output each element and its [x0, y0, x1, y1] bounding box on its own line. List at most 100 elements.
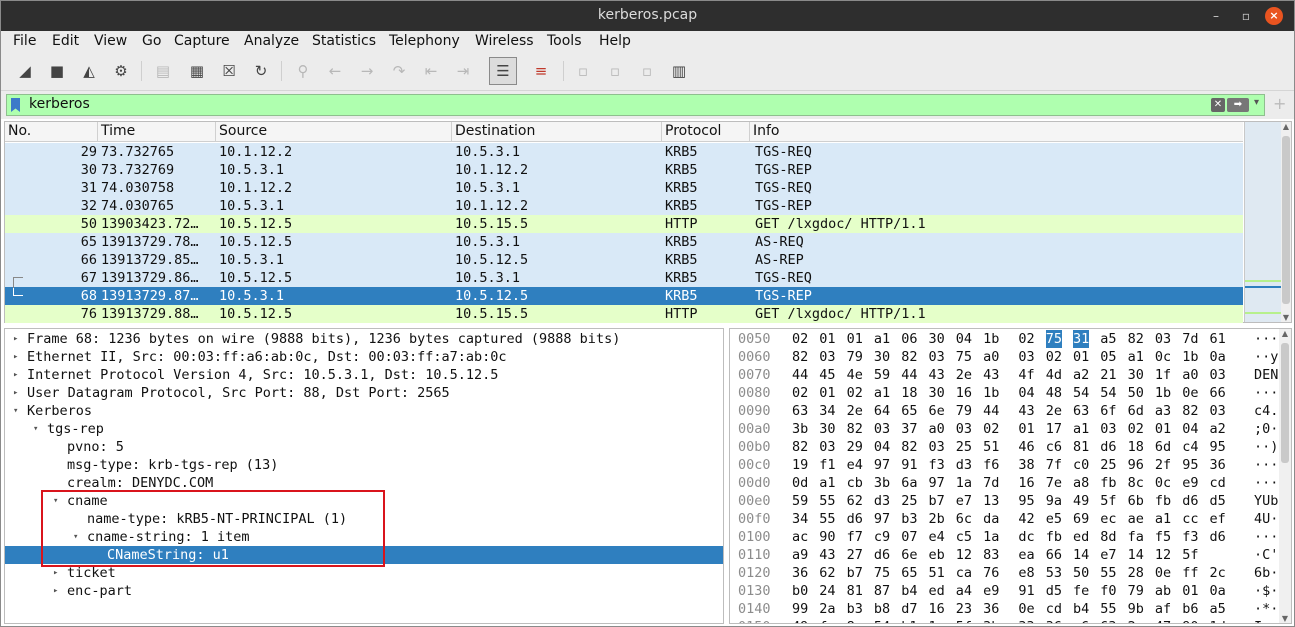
- hex-byte[interactable]: c9: [874, 528, 890, 546]
- hex-byte[interactable]: 66: [1046, 546, 1062, 564]
- byte-row[interactable]: 0150 49 fa 8c 54 b1 1a 5f 3b 33 36 a6 63 2c 47 90 1d I··: [730, 618, 1291, 623]
- hex-byte[interactable]: e4: [847, 456, 863, 474]
- hex-byte[interactable]: 45: [819, 366, 835, 384]
- hex-byte[interactable]: 34: [792, 510, 808, 528]
- hex-byte[interactable]: 3b: [792, 420, 808, 438]
- hex-byte[interactable]: 03: [1155, 330, 1171, 348]
- packet-row[interactable]: 32 74.030765 10.5.3.1 10.1.12.2 KRB5 TGS-REP: [5, 197, 1243, 215]
- hex-byte[interactable]: 33: [1018, 618, 1034, 623]
- hex-byte[interactable]: 42: [1018, 510, 1034, 528]
- hex-byte[interactable]: 18: [901, 384, 917, 402]
- hex-byte[interactable]: 63: [1100, 618, 1116, 623]
- detail-row[interactable]: ▸ enc-part: [5, 582, 723, 600]
- shark-fin-start-icon[interactable]: ◢: [13, 59, 37, 83]
- hex-byte[interactable]: a1: [819, 474, 835, 492]
- ascii-text[interactable]: ·*·: [1254, 600, 1278, 618]
- scroll-down-icon[interactable]: ▼: [1279, 614, 1291, 623]
- hex-byte[interactable]: 53: [1046, 564, 1062, 582]
- hex-byte[interactable]: 0c: [1155, 474, 1171, 492]
- hex-byte[interactable]: d6: [1100, 438, 1116, 456]
- collapsed-chevron-icon[interactable]: ▸: [13, 348, 18, 366]
- byte-row[interactable]: 00f0 34 55 d6 97 b3 2b 6c da 42 e5 69 ec ae a1 cc ef 4U·: [730, 510, 1291, 528]
- hex-byte[interactable]: 1a: [929, 618, 945, 623]
- hex-byte[interactable]: 90: [1182, 618, 1198, 623]
- menu-tools[interactable]: Tools: [547, 33, 582, 49]
- hex-byte[interactable]: 49: [792, 618, 808, 623]
- hex-byte[interactable]: 21: [1100, 366, 1116, 384]
- hex-byte[interactable]: 14: [1128, 546, 1144, 564]
- hex-byte[interactable]: 01: [819, 384, 835, 402]
- hex-byte[interactable]: 66: [1210, 384, 1226, 402]
- byte-row[interactable]: 0090 63 34 2e 64 65 6e 79 44 43 2e 63 6f 6d a3 82 03 c4.: [730, 402, 1291, 420]
- detail-row[interactable]: ▸ ticket: [5, 564, 723, 582]
- packet-row[interactable]: 31 74.030758 10.1.12.2 10.5.3.1 KRB5 TGS-REQ: [5, 179, 1243, 197]
- hex-byte[interactable]: 9a: [1046, 492, 1062, 510]
- add-filter-button-icon[interactable]: +: [1273, 94, 1286, 113]
- hex-byte[interactable]: 82: [901, 438, 917, 456]
- hex-byte[interactable]: b1: [901, 618, 917, 623]
- hex-byte[interactable]: 17: [1046, 420, 1062, 438]
- ascii-text[interactable]: ···: [1254, 384, 1278, 402]
- hex-byte[interactable]: 47: [1155, 618, 1171, 623]
- reload-file-icon[interactable]: ↻: [249, 59, 273, 83]
- hex-byte[interactable]: f1: [819, 456, 835, 474]
- ascii-text[interactable]: I··: [1254, 618, 1278, 623]
- stop-capture-icon[interactable]: ■: [45, 59, 69, 83]
- column-header-destination[interactable]: Destination: [455, 123, 535, 139]
- hex-byte[interactable]: 27: [847, 546, 863, 564]
- hex-byte[interactable]: 2e: [956, 366, 972, 384]
- hex-byte[interactable]: ff: [1182, 564, 1198, 582]
- hex-byte[interactable]: d5: [1046, 582, 1062, 600]
- hex-byte[interactable]: da: [983, 510, 999, 528]
- hex-byte[interactable]: fb: [1100, 474, 1116, 492]
- hex-byte[interactable]: 02: [847, 384, 863, 402]
- hex-byte[interactable]: fb: [1155, 492, 1171, 510]
- hex-byte[interactable]: 96: [1128, 456, 1144, 474]
- hex-byte[interactable]: eb: [929, 546, 945, 564]
- hex-byte[interactable]: 16: [1018, 474, 1034, 492]
- hex-byte[interactable]: 28: [1128, 564, 1144, 582]
- packet-list-scrollbar[interactable]: ▲ ▼: [1281, 122, 1291, 322]
- hex-byte[interactable]: 79: [956, 402, 972, 420]
- hex-byte[interactable]: 01: [847, 330, 863, 348]
- hex-byte[interactable]: b4: [901, 582, 917, 600]
- hex-byte[interactable]: 2c: [1128, 618, 1144, 623]
- last-packet-icon[interactable]: ⇥: [451, 59, 475, 83]
- hex-byte[interactable]: 1b: [1182, 348, 1198, 366]
- column-header-source[interactable]: Source: [219, 123, 267, 139]
- hex-byte[interactable]: 03: [929, 438, 945, 456]
- zoom-in-icon[interactable]: ▫: [571, 59, 595, 83]
- hex-byte[interactable]: 62: [847, 492, 863, 510]
- hex-byte[interactable]: 25: [956, 438, 972, 456]
- hex-byte[interactable]: 6a: [901, 474, 917, 492]
- collapsed-chevron-icon[interactable]: ▸: [53, 582, 58, 600]
- hex-byte[interactable]: 30: [929, 384, 945, 402]
- byte-row[interactable]: 0070 44 45 4e 59 44 43 2e 43 4f 4d a2 21 30 1f a0 03 DEN: [730, 366, 1291, 384]
- hex-byte[interactable]: 07: [901, 528, 917, 546]
- hex-byte[interactable]: b6: [1182, 600, 1198, 618]
- hex-byte[interactable]: 91: [1018, 582, 1034, 600]
- packet-row-selected[interactable]: 68 13913729.87… 10.5.3.1 10.5.12.5 KRB5 TGS-R…: [5, 287, 1243, 305]
- hex-byte[interactable]: 75: [874, 564, 890, 582]
- hex-byte[interactable]: ac: [792, 528, 808, 546]
- hex-byte[interactable]: b3: [901, 510, 917, 528]
- packet-row[interactable]: 67 13913729.86… 10.5.12.5 10.5.3.1 KRB5 TGS-R…: [5, 269, 1243, 287]
- hex-byte[interactable]: 8c: [1128, 474, 1144, 492]
- hex-byte[interactable]: 1f: [1155, 366, 1171, 384]
- hex-byte[interactable]: d3: [874, 492, 890, 510]
- hex-byte[interactable]: 01: [819, 330, 835, 348]
- ascii-text[interactable]: DEN: [1254, 366, 1278, 384]
- hex-byte[interactable]: 02: [792, 384, 808, 402]
- hex-byte[interactable]: e5: [1046, 510, 1062, 528]
- hex-byte[interactable]: 30: [874, 348, 890, 366]
- ascii-text[interactable]: ·$·: [1254, 582, 1278, 600]
- hex-byte[interactable]: 8c: [847, 618, 863, 623]
- collapsed-chevron-icon[interactable]: ▸: [13, 384, 18, 402]
- hex-byte-highlighted[interactable]: 31: [1073, 330, 1090, 348]
- hex-byte[interactable]: 2e: [1046, 402, 1062, 420]
- scroll-thumb[interactable]: [1282, 136, 1290, 304]
- packet-minimap[interactable]: ▲ ▼: [1244, 122, 1291, 322]
- column-header-no[interactable]: No.: [8, 123, 31, 139]
- byte-row[interactable]: 0080 02 01 02 a1 18 30 16 1b 04 48 54 54 50 1b 0e 66 ···: [730, 384, 1291, 402]
- hex-byte[interactable]: 61: [1210, 330, 1226, 348]
